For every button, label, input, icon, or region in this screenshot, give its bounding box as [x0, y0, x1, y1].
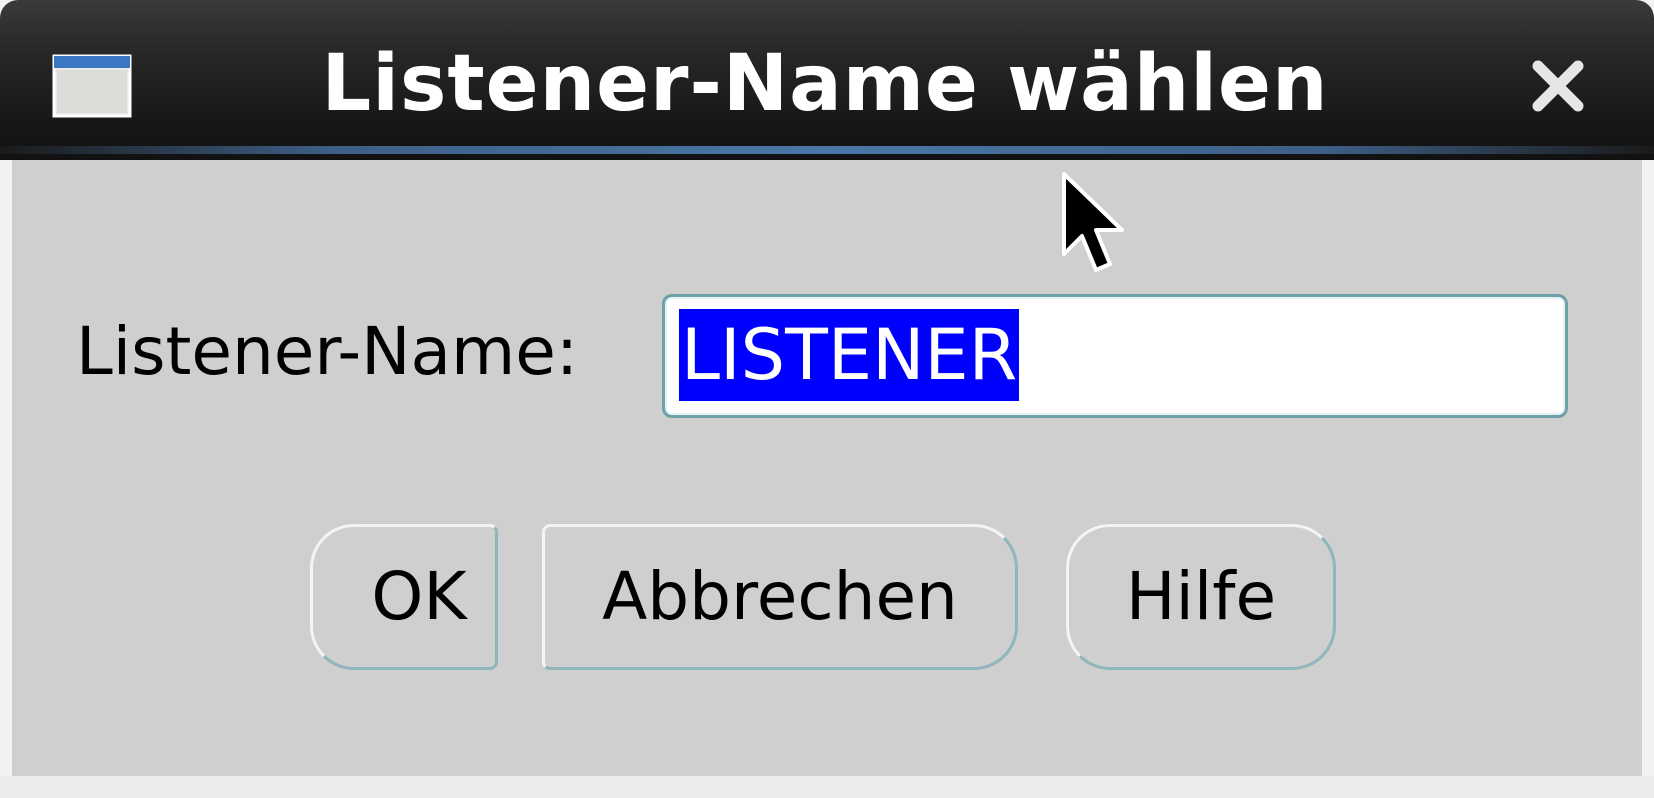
window-icon: [52, 54, 132, 118]
ok-button[interactable]: OK: [310, 524, 498, 670]
title-bar-accent-line: [0, 146, 1654, 154]
dialog-window: Listener-Name wählen Listener-Name: LIST…: [0, 0, 1654, 798]
mouse-pointer-icon: [1062, 172, 1124, 272]
title-bar[interactable]: Listener-Name wählen: [0, 0, 1654, 160]
cancel-button[interactable]: Abbrechen: [542, 524, 1018, 670]
window-title: Listener-Name wählen: [321, 39, 1329, 129]
dialog-content: [12, 160, 1642, 776]
close-icon[interactable]: [1528, 56, 1588, 116]
selected-text: LISTENER: [679, 309, 1020, 401]
window-bottom-edge: [0, 776, 1654, 798]
listener-name-input[interactable]: LISTENER: [662, 294, 1568, 418]
listener-name-label: Listener-Name:: [76, 313, 579, 390]
help-button[interactable]: Hilfe: [1066, 524, 1336, 670]
